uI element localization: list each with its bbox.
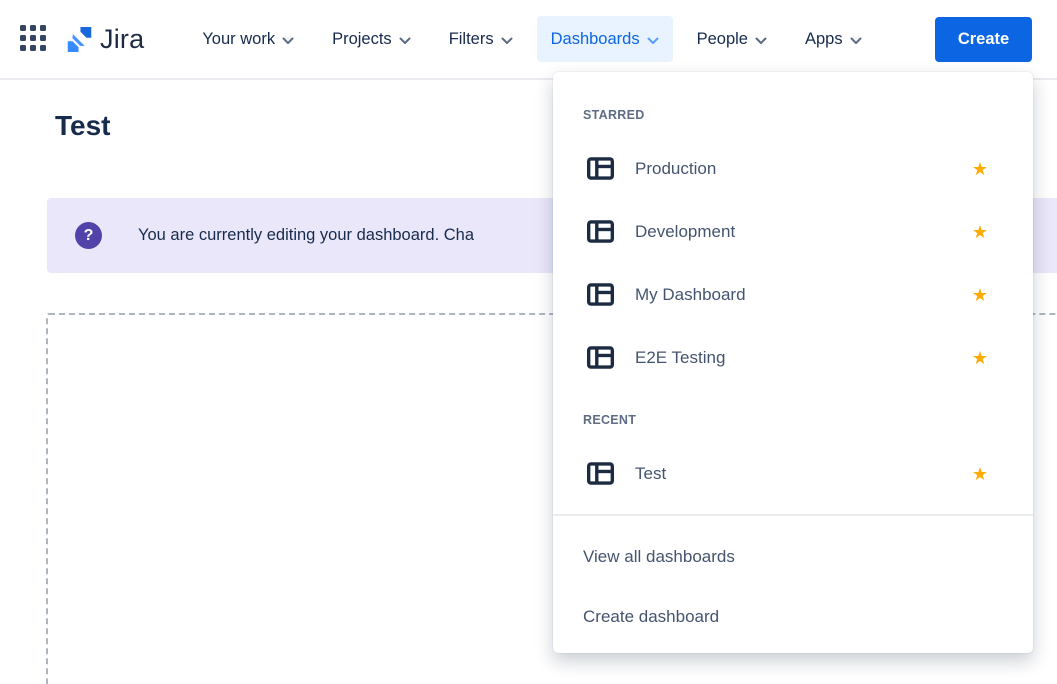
nav-item-people[interactable]: People <box>683 16 781 62</box>
nav-item-label: Projects <box>332 30 392 49</box>
chevron-down-icon <box>282 31 294 50</box>
menu-item-label: My Dashboard <box>635 285 972 305</box>
menu-item-label: Production <box>635 159 972 179</box>
menu-item-dashboard[interactable]: Development ★ <box>553 200 1033 263</box>
nav-item-label: Filters <box>449 30 494 49</box>
star-icon[interactable]: ★ <box>972 349 988 367</box>
view-all-dashboards-link[interactable]: View all dashboards <box>553 527 1033 587</box>
jira-logo-icon <box>66 26 93 53</box>
nav-item-label: Apps <box>805 30 843 49</box>
create-button[interactable]: Create <box>935 17 1032 62</box>
dashboard-icon <box>587 157 614 180</box>
dashboards-dropdown-menu: STARRED Production ★ Development ★ My Da… <box>553 72 1033 653</box>
recent-list: Test ★ <box>553 442 1033 505</box>
chevron-down-icon <box>501 31 513 50</box>
menu-item-dashboard[interactable]: Test ★ <box>553 442 1033 505</box>
section-heading-recent: RECENT <box>583 413 1033 427</box>
create-dashboard-link[interactable]: Create dashboard <box>553 587 1033 647</box>
nav-item-your-work[interactable]: Your work <box>188 16 308 62</box>
star-icon[interactable]: ★ <box>972 160 988 178</box>
nav-item-label: Your work <box>202 30 275 49</box>
top-navigation: Jira Your work Projects Filters Dashboar… <box>0 0 1057 80</box>
menu-item-dashboard[interactable]: My Dashboard ★ <box>553 263 1033 326</box>
dashboard-icon <box>587 220 614 243</box>
nav-item-apps[interactable]: Apps <box>791 16 876 62</box>
brand-name: Jira <box>100 24 144 55</box>
chevron-down-icon <box>755 31 767 50</box>
chevron-down-icon <box>399 31 411 50</box>
editing-banner-text: You are currently editing your dashboard… <box>138 226 474 245</box>
menu-item-dashboard[interactable]: E2E Testing ★ <box>553 326 1033 389</box>
menu-item-label: Development <box>635 222 972 242</box>
menu-item-label: Test <box>635 464 972 484</box>
menu-item-label: E2E Testing <box>635 348 972 368</box>
dashboard-icon <box>587 283 614 306</box>
section-heading-starred: STARRED <box>583 108 1033 122</box>
starred-list: Production ★ Development ★ My Dashboard … <box>553 137 1033 389</box>
nav-item-label: Dashboards <box>551 30 640 49</box>
nav-item-projects[interactable]: Projects <box>318 16 425 62</box>
primary-nav: Your work Projects Filters Dashboards Pe… <box>188 16 875 62</box>
chevron-down-icon <box>850 31 862 50</box>
star-icon[interactable]: ★ <box>972 223 988 241</box>
nav-item-filters[interactable]: Filters <box>435 16 527 62</box>
menu-item-dashboard[interactable]: Production ★ <box>553 137 1033 200</box>
nav-item-label: People <box>697 30 748 49</box>
jira-logo[interactable]: Jira <box>66 24 144 55</box>
app-switcher-icon[interactable] <box>20 25 48 53</box>
question-mark-icon: ? <box>75 222 102 249</box>
page-title: Test <box>55 110 111 142</box>
dashboard-icon <box>587 462 614 485</box>
chevron-down-icon <box>647 31 659 50</box>
nav-item-dashboards[interactable]: Dashboards <box>537 16 673 62</box>
dashboard-icon <box>587 346 614 369</box>
dropdown-footer: View all dashboards Create dashboard <box>553 516 1033 647</box>
star-icon[interactable]: ★ <box>972 286 988 304</box>
star-icon[interactable]: ★ <box>972 465 988 483</box>
